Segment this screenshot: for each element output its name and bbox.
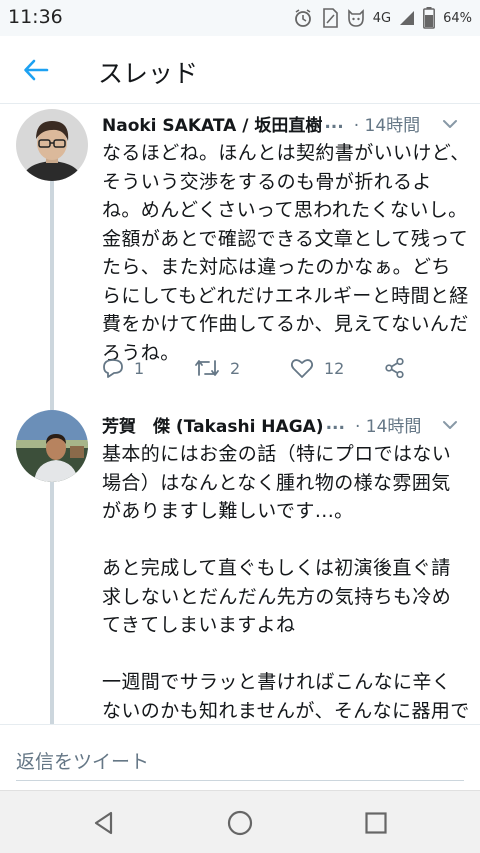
battery-icon xyxy=(423,7,436,29)
nav-back-button[interactable] xyxy=(88,807,120,839)
author-truncation: ... xyxy=(324,113,344,133)
tweet-actions: 1 2 12 xyxy=(102,354,432,382)
reply-bar: 返信をツイート xyxy=(0,724,480,790)
battery-percent: 64% xyxy=(443,10,472,26)
tweet-header: Naoki SAKATA / 坂田直樹 ... · 14時間 xyxy=(102,109,468,137)
nav-recents-button[interactable] xyxy=(360,807,392,839)
network-type: 4G xyxy=(372,10,392,26)
avatar[interactable] xyxy=(16,410,88,482)
back-triangle-icon xyxy=(94,811,113,835)
app-header: スレッド xyxy=(0,36,480,104)
retweet-button[interactable]: 2 xyxy=(194,358,240,378)
like-button[interactable]: 12 xyxy=(290,357,344,379)
tweet-text: 基本的にはお金の話（特にプロではない場合）はなんとなく腫れ物の様な雰囲気がありま… xyxy=(102,443,470,722)
alarm-icon xyxy=(293,8,313,28)
tweet-time: · 14時間 xyxy=(353,115,421,136)
thread[interactable]: Naoki SAKATA / 坂田直樹 ... · 14時間 なるほどね。ほんと… xyxy=(0,104,480,724)
tweet-time: · 14時間 xyxy=(354,416,422,437)
share-button[interactable] xyxy=(384,357,406,379)
retweet-icon xyxy=(195,360,219,376)
chevron-down-icon[interactable] xyxy=(442,416,458,435)
thread-connector-line xyxy=(50,176,54,410)
retweet-count: 2 xyxy=(230,358,241,378)
status-time: 11:36 xyxy=(8,6,63,28)
avatar[interactable] xyxy=(16,109,88,181)
heart-icon xyxy=(290,359,314,378)
reply-count: 1 xyxy=(134,358,145,378)
recents-square-icon xyxy=(365,812,387,834)
reply-placeholder: 返信をツイート xyxy=(16,751,150,773)
tweet-text: なるほどね。ほんとは契約書がいいけど、そういう交渉をするのも骨が折れるよね。めん… xyxy=(102,142,470,364)
cat-icon xyxy=(347,8,365,28)
status-bar: 11:36 4G 64% xyxy=(0,0,480,36)
back-arrow-icon xyxy=(24,59,49,81)
back-button[interactable] xyxy=(18,52,54,88)
thread-connector-line xyxy=(50,480,54,724)
author-name[interactable]: 芳賀 傑 (Takashi HAGA) xyxy=(102,412,324,437)
signal-icon xyxy=(399,10,415,26)
nav-home-button[interactable] xyxy=(224,807,256,839)
home-circle-icon xyxy=(227,810,253,836)
like-count: 12 xyxy=(324,358,345,378)
author-name[interactable]: Naoki SAKATA / 坂田直樹 xyxy=(102,111,322,136)
reply-icon xyxy=(103,359,123,378)
sim-icon xyxy=(321,8,339,28)
page-title: スレッド xyxy=(98,59,199,88)
author-truncation: ... xyxy=(325,414,345,434)
reply-input[interactable]: 返信をツイート xyxy=(16,735,464,781)
reply-button[interactable]: 1 xyxy=(102,358,144,378)
chevron-down-icon[interactable] xyxy=(442,115,458,134)
tweet-header: 芳賀 傑 (Takashi HAGA) ... · 14時間 xyxy=(102,410,468,438)
navigation-bar xyxy=(0,790,480,853)
share-icon xyxy=(385,357,404,379)
status-icons: 4G 64% xyxy=(293,6,472,30)
